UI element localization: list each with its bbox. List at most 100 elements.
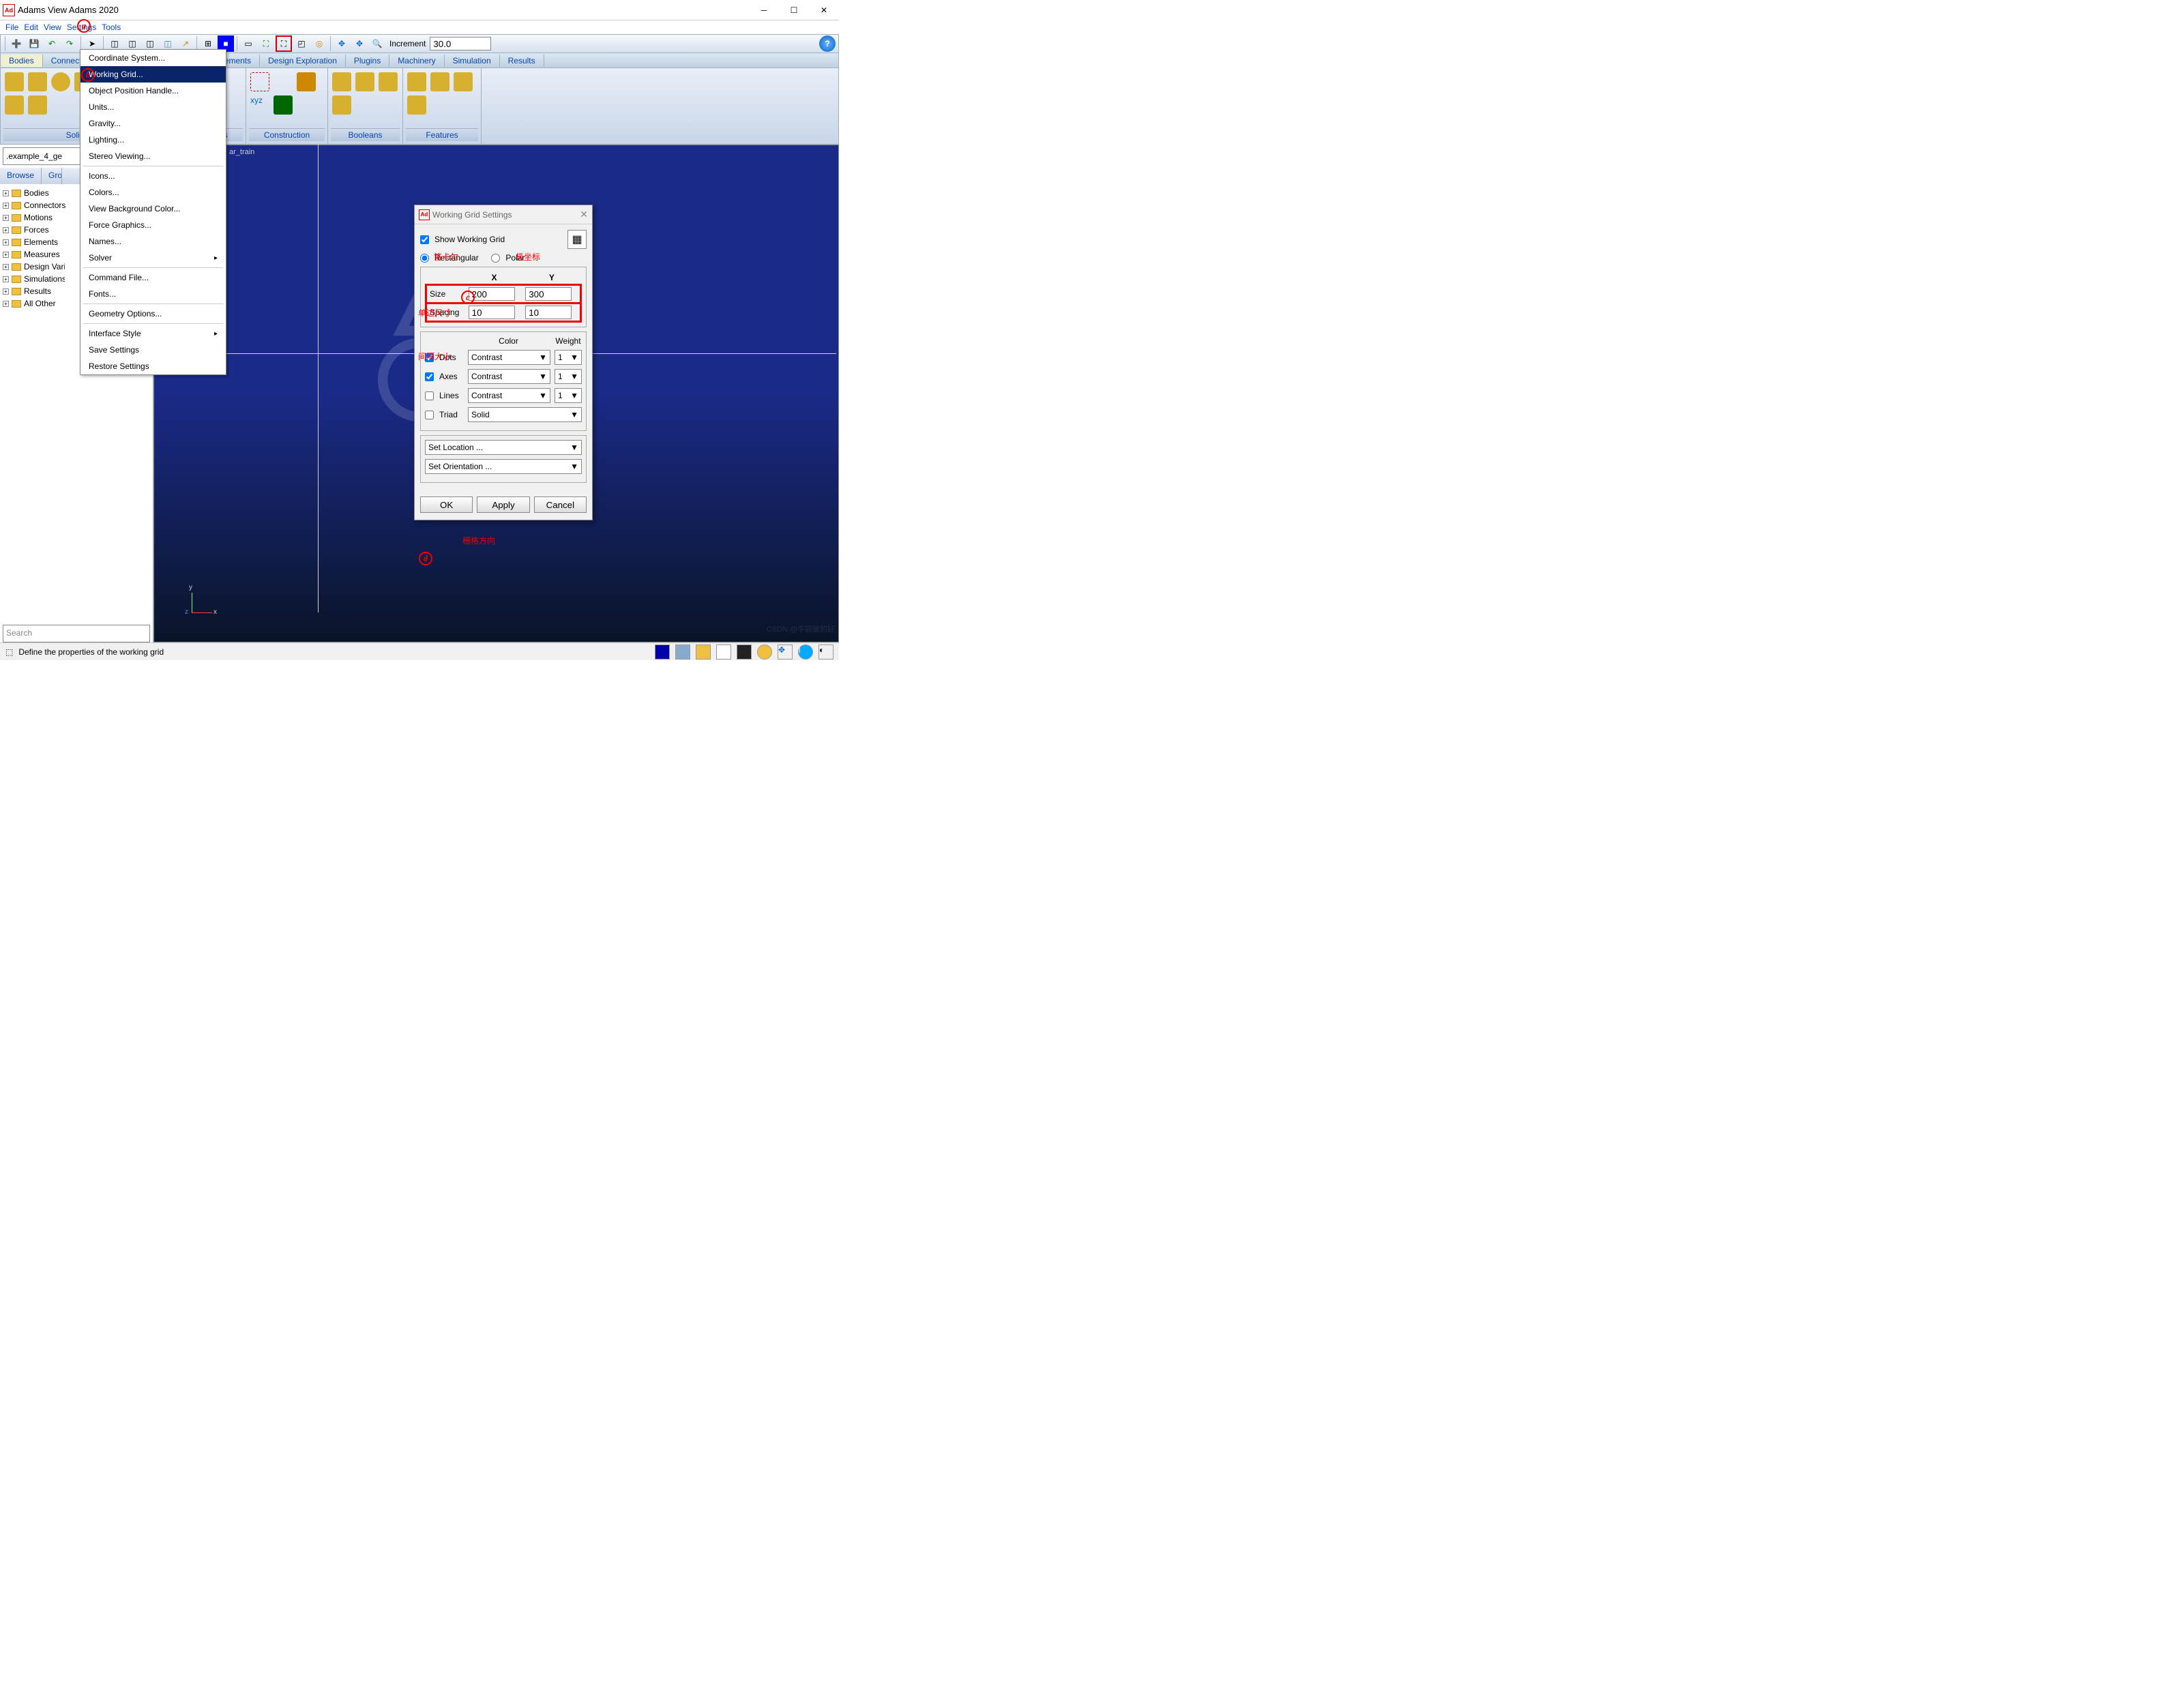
rotate-icon[interactable]: ✥ [334, 35, 350, 52]
center-icon[interactable]: ◎ [311, 35, 327, 52]
lines-color-select[interactable]: Contrast▼ [468, 388, 550, 403]
marker-icon[interactable]: xyz [250, 95, 269, 115]
sb-icon-7[interactable]: ✥ [778, 644, 793, 659]
axes-checkbox[interactable] [425, 372, 434, 381]
menu-command-file[interactable]: Command File... [80, 269, 226, 286]
triad-style-select[interactable]: Solid▼ [468, 407, 582, 422]
set-orientation-select[interactable]: Set Orientation ...▼ [425, 459, 582, 474]
apply-button[interactable]: Apply [477, 496, 529, 513]
sb-icon-1[interactable] [655, 644, 670, 659]
show-grid-checkbox[interactable] [420, 235, 429, 244]
axes-color-select[interactable]: Contrast▼ [468, 369, 550, 384]
ok-button[interactable]: OK [420, 496, 473, 513]
sb-icon-9[interactable]: ◐ [818, 644, 833, 659]
arc-icon[interactable] [297, 72, 316, 91]
tab-machinery[interactable]: Machinery [389, 55, 444, 67]
plate-icon[interactable] [5, 95, 24, 115]
redo-icon[interactable]: ↷ [61, 35, 78, 52]
subtract-icon[interactable] [355, 72, 374, 91]
menu-interface-style[interactable]: Interface Style [80, 325, 226, 342]
menu-names[interactable]: Names... [80, 233, 226, 250]
zoom-window-icon[interactable]: ◰ [293, 35, 310, 52]
maximize-button[interactable]: ☐ [779, 1, 809, 20]
close-button[interactable]: ✕ [809, 1, 839, 20]
menu-coordinate-system[interactable]: Coordinate System... [80, 50, 226, 66]
menu-stereo-viewing[interactable]: Stereo Viewing... [80, 148, 226, 164]
polar-radio[interactable] [491, 254, 500, 263]
menu-fonts[interactable]: Fonts... [80, 286, 226, 302]
menu-view-background-color[interactable]: View Background Color... [80, 201, 226, 217]
axes-weight-select[interactable]: 1▼ [555, 369, 582, 384]
dots-color-select[interactable]: Contrast▼ [468, 350, 550, 365]
sidebar-tab-browse[interactable]: Browse [0, 168, 42, 184]
menu-gravity[interactable]: Gravity... [80, 115, 226, 132]
help-icon[interactable]: ? [819, 35, 836, 52]
dots-weight-select[interactable]: 1▼ [555, 350, 582, 365]
intersect-icon[interactable] [379, 72, 398, 91]
box-icon[interactable] [5, 72, 24, 91]
pan-icon[interactable]: ✥ [351, 35, 368, 52]
dialog-close-icon[interactable]: ✕ [580, 209, 588, 220]
sidebar-tab-groups[interactable]: Groups [42, 168, 62, 184]
cylinder-icon[interactable] [28, 72, 47, 91]
sb-icon-6[interactable] [757, 644, 772, 659]
dialog-titlebar[interactable]: Ad Working Grid Settings ✕ [415, 205, 592, 224]
split-icon[interactable] [332, 95, 351, 115]
menu-lighting[interactable]: Lighting... [80, 132, 226, 148]
union-icon[interactable] [332, 72, 351, 91]
fillet-icon[interactable] [430, 72, 449, 91]
tab-bodies[interactable]: Bodies [1, 55, 43, 67]
size-x-input[interactable] [469, 287, 515, 301]
fit-icon[interactable]: ⛶ [258, 35, 274, 52]
zoom-extents-icon[interactable]: ⛶ [276, 35, 292, 52]
spline-icon[interactable] [274, 95, 293, 115]
grid-preview-icon[interactable]: ▦ [567, 230, 587, 249]
tab-simulation[interactable]: Simulation [445, 55, 500, 67]
menu-file[interactable]: File [5, 23, 18, 32]
extrusion-icon[interactable] [28, 95, 47, 115]
spacing-y-input[interactable] [525, 306, 572, 319]
menu-geometry-options[interactable]: Geometry Options... [80, 306, 226, 322]
undo-icon[interactable]: ↶ [44, 35, 60, 52]
point-icon[interactable] [250, 72, 269, 91]
tab-plugins[interactable]: Plugins [346, 55, 389, 67]
sb-icon-5[interactable] [737, 644, 752, 659]
tab-results[interactable]: Results [500, 55, 544, 67]
menu-save-settings[interactable]: Save Settings [80, 342, 226, 358]
view1-icon[interactable]: ▭ [240, 35, 256, 52]
sb-icon-8[interactable]: i [798, 644, 813, 659]
menu-view[interactable]: View [44, 23, 61, 32]
save-icon[interactable]: 💾 [26, 35, 42, 52]
sphere-icon[interactable] [51, 72, 70, 91]
set-location-select[interactable]: Set Location ...▼ [425, 440, 582, 455]
hollow-icon[interactable] [407, 95, 426, 115]
tab-design-exploration[interactable]: Design Exploration [260, 55, 346, 67]
menu-force-graphics[interactable]: Force Graphics... [80, 217, 226, 233]
increment-input[interactable] [430, 37, 491, 50]
spacing-x-input[interactable] [469, 306, 515, 319]
lines-checkbox[interactable] [425, 391, 434, 400]
size-y-input[interactable] [525, 287, 572, 301]
chamfer-icon[interactable] [407, 72, 426, 91]
rectangular-radio[interactable] [420, 254, 429, 263]
minimize-button[interactable]: ─ [749, 1, 779, 20]
menu-solver[interactable]: Solver [80, 250, 226, 266]
menu-edit[interactable]: Edit [24, 23, 38, 32]
sb-icon-2[interactable] [675, 644, 690, 659]
menu-restore-settings[interactable]: Restore Settings [80, 358, 226, 374]
menu-object-position-handle[interactable]: Object Position Handle... [80, 83, 226, 99]
search-input[interactable]: Search [3, 625, 150, 642]
menu-icons[interactable]: Icons... [80, 168, 226, 184]
menu-working-grid[interactable]: Working Grid... [80, 66, 226, 83]
sb-icon-3[interactable] [696, 644, 711, 659]
polyline-icon[interactable] [274, 72, 293, 91]
sb-icon-4[interactable] [716, 644, 731, 659]
triad-checkbox[interactable] [425, 411, 434, 419]
menu-colors[interactable]: Colors... [80, 184, 226, 201]
zoom-icon[interactable]: 🔍 [369, 35, 385, 52]
hole-icon[interactable] [454, 72, 473, 91]
cancel-button[interactable]: Cancel [534, 496, 587, 513]
lines-weight-select[interactable]: 1▼ [555, 388, 582, 403]
menu-tools[interactable]: Tools [102, 23, 121, 32]
new-icon[interactable]: ➕ [8, 35, 25, 52]
